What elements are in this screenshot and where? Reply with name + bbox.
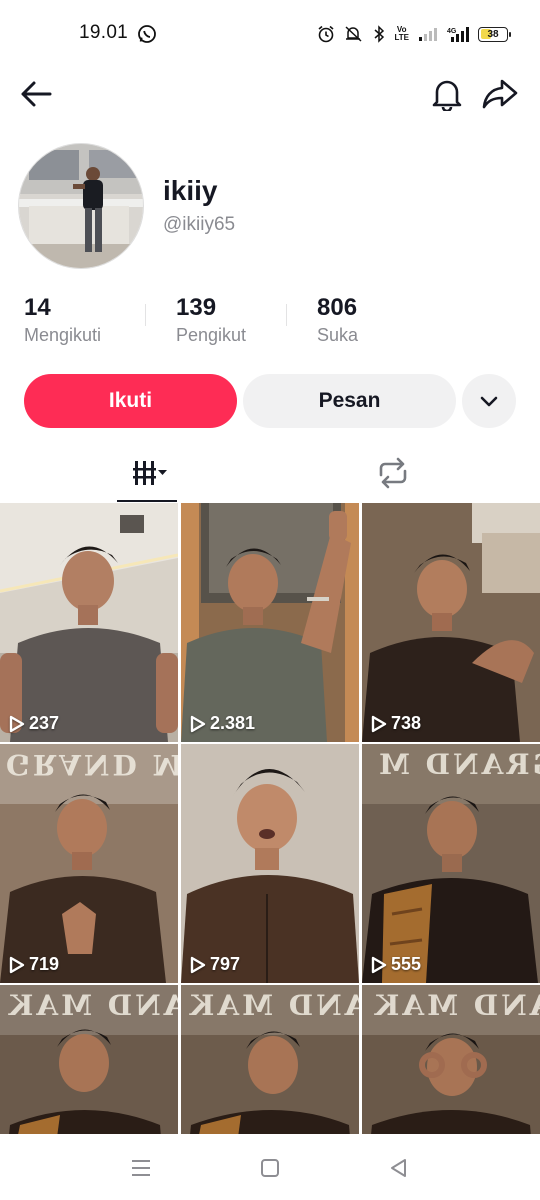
recent-apps-button[interactable] <box>127 1154 155 1182</box>
view-count: 237 <box>9 713 59 734</box>
message-button[interactable]: Pesan <box>243 374 456 428</box>
video-thumbnail-image <box>362 503 540 742</box>
stat-followers[interactable]: 139 Pengikut <box>176 294 246 346</box>
video-thumbnail[interactable]: GRAND MAK <box>0 985 178 1134</box>
play-icon <box>9 715 25 732</box>
play-icon <box>190 715 206 732</box>
view-count-text: 555 <box>391 954 422 974</box>
view-count: 2.381 <box>190 713 255 734</box>
menu-icon <box>132 1160 150 1176</box>
svg-text:4G: 4G <box>447 28 457 35</box>
overlay-caption: GRAND MAK <box>372 989 540 1022</box>
profile-header <box>0 66 540 122</box>
video-thumbnail[interactable]: GRAND MAK <box>181 985 359 1134</box>
play-icon <box>190 956 206 973</box>
video-grid: 237 2.381 738 GRAND 719 797 GRAND M 555 … <box>0 503 540 1134</box>
video-thumbnail[interactable]: 738 <box>362 503 540 742</box>
video-thumbnail[interactable]: 237 <box>0 503 178 742</box>
signal-4g-icon: 4G <box>447 27 469 42</box>
video-thumbnail[interactable]: GRAND MAK 719 <box>0 744 178 983</box>
status-icons: Vo LTE 4G 38 <box>317 23 511 45</box>
stat-followers-count: 139 <box>176 294 217 321</box>
video-thumbnail[interactable]: 797 <box>181 744 359 983</box>
back-button[interactable] <box>16 74 56 114</box>
overlay-caption: GRAND M <box>376 748 540 781</box>
chevron-down-icon <box>480 396 498 407</box>
view-count-text: 797 <box>210 954 241 974</box>
battery-icon: 38 <box>478 26 511 42</box>
profile-name: ikiiy <box>163 175 218 206</box>
share-button[interactable] <box>480 74 520 114</box>
view-count-text: 2.381 <box>210 713 256 733</box>
tab-videos[interactable] <box>117 444 177 502</box>
video-thumbnail-image <box>181 503 359 742</box>
stat-likes-label: Suka <box>317 325 359 345</box>
share-icon <box>482 79 518 109</box>
view-count: 719 <box>9 954 59 975</box>
view-count: 797 <box>190 954 240 975</box>
triangle-back-icon <box>391 1159 406 1177</box>
whatsapp-icon <box>138 25 156 43</box>
video-thumbnail-image <box>0 503 178 742</box>
stat-following-count: 14 <box>24 294 51 321</box>
more-options-button[interactable] <box>462 374 516 428</box>
stat-following-label: Mengikuti <box>24 325 102 345</box>
video-thumbnail-image <box>181 744 359 983</box>
view-count-text: 738 <box>391 713 422 733</box>
battery-level: 38 <box>487 28 499 40</box>
play-icon <box>371 715 387 732</box>
stat-followers-label: Pengikut <box>176 325 247 345</box>
notification-bell-button[interactable] <box>427 74 467 114</box>
view-count: 738 <box>371 713 421 734</box>
system-nav-bar <box>0 1134 540 1200</box>
stat-likes-count: 806 <box>317 294 358 321</box>
grid-videos-icon <box>133 461 167 485</box>
play-icon <box>9 956 25 973</box>
overlay-caption: GRAND MAK <box>187 989 359 1022</box>
stat-divider <box>286 304 287 326</box>
status-bar: 19.01 Vo LTE 4G 38 <box>0 0 540 66</box>
signal-icon <box>419 28 437 41</box>
stat-likes[interactable]: 806 Suka <box>317 294 358 346</box>
video-thumbnail[interactable]: GRAND MAK <box>362 985 540 1134</box>
tab-reposts[interactable] <box>363 444 423 502</box>
arrow-left-icon <box>21 81 52 107</box>
follow-button[interactable]: Ikuti <box>24 374 237 428</box>
volte-icon: Vo LTE <box>394 25 409 42</box>
stat-following[interactable]: 14 Mengikuti <box>24 294 101 346</box>
active-tab-indicator <box>117 500 177 502</box>
mute-icon <box>345 26 362 42</box>
profile-handle: @ikiiy65 <box>163 214 236 235</box>
content-tabs <box>0 444 540 502</box>
view-count: 555 <box>371 954 421 975</box>
view-count-text: 237 <box>29 713 60 733</box>
alarm-icon <box>318 25 334 43</box>
stat-divider <box>145 304 146 326</box>
bell-icon <box>432 80 462 111</box>
status-time: 19.01 <box>79 22 129 43</box>
avatar-photo <box>19 144 143 268</box>
home-button[interactable] <box>256 1154 284 1182</box>
overlay-caption: GRAND MAK <box>6 748 178 781</box>
view-count-text: 719 <box>29 954 60 974</box>
overlay-caption: GRAND MAK <box>6 989 178 1022</box>
play-icon <box>371 956 387 973</box>
repost-icon <box>379 457 407 489</box>
video-thumbnail[interactable]: 2.381 <box>181 503 359 742</box>
profile-stats: 14 Mengikuti 139 Pengikut 806 Suka <box>24 294 524 350</box>
video-thumbnail[interactable]: GRAND M 555 <box>362 744 540 983</box>
square-home-icon <box>261 1159 279 1177</box>
system-back-button[interactable] <box>385 1154 413 1182</box>
bluetooth-icon <box>374 25 385 43</box>
profile-avatar[interactable] <box>18 143 144 269</box>
